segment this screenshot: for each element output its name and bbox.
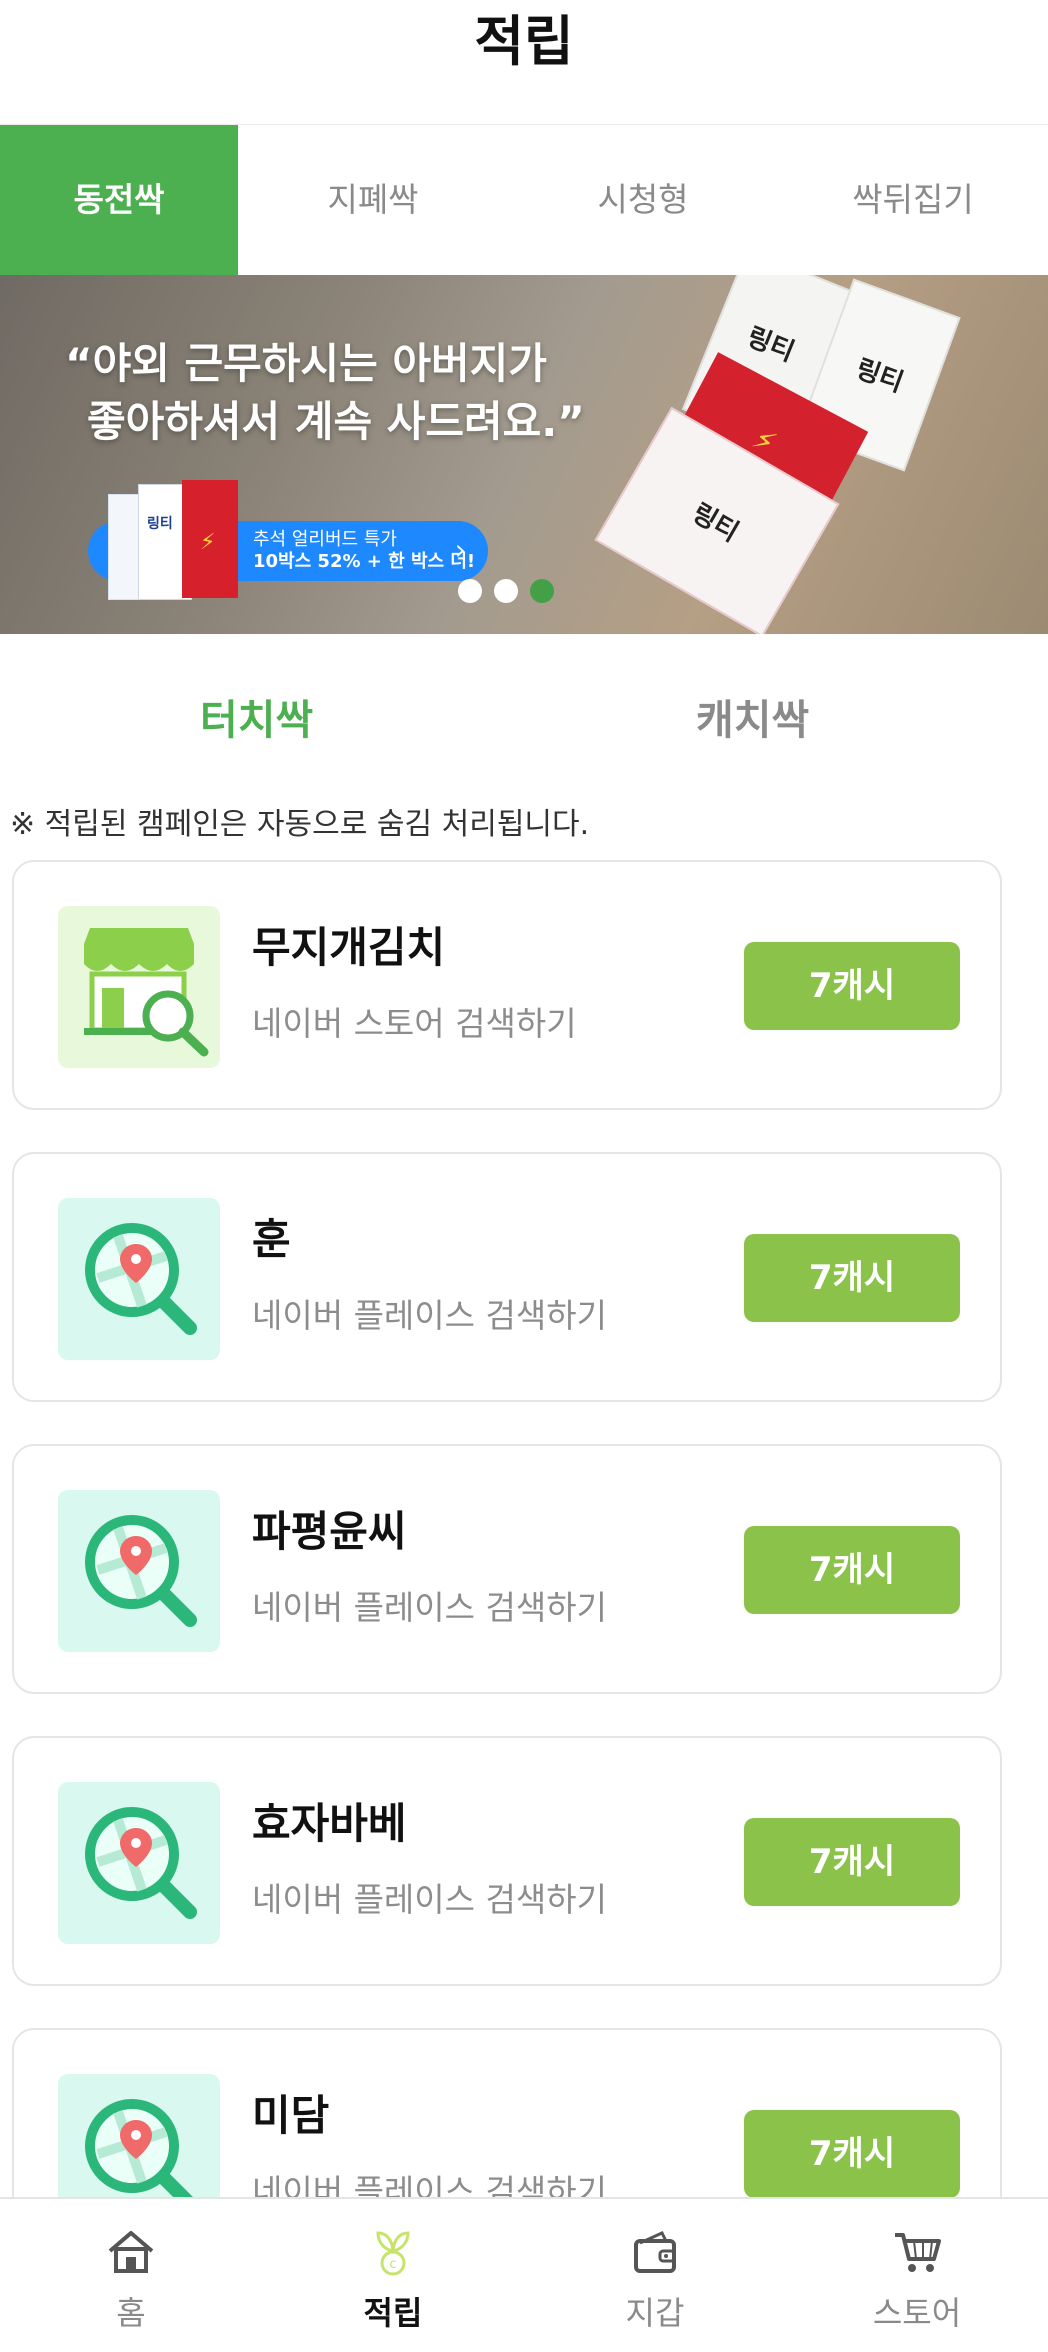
- reward-button[interactable]: 7캐시: [744, 1526, 960, 1614]
- tab-coin[interactable]: 동전싹: [0, 125, 238, 275]
- campaign-card[interactable]: 무지개김치 네이버 스토어 검색하기 7캐시: [12, 860, 1002, 1110]
- hidden-campaign-notice: ※ 적립된 캠페인은 자동으로 숨김 처리됩니다.: [10, 807, 590, 842]
- tab-touch[interactable]: 터치싹: [200, 670, 313, 770]
- tab-flip[interactable]: 싹뒤집기: [778, 125, 1048, 275]
- campaign-name: 효자바베: [252, 1799, 407, 1848]
- banner-product-photo: 링티 링티 ⚡ 링티: [560, 275, 1048, 634]
- tab-catch[interactable]: 캐치싹: [696, 670, 809, 770]
- map-search-icon: [58, 1198, 220, 1360]
- quote-line: 좋아하셔서 계속 사드려요.”: [87, 397, 585, 446]
- campaign-list: 무지개김치 네이버 스토어 검색하기 7캐시 훈 네이버 플레이스 검색하기 7…: [0, 860, 1048, 2197]
- campaign-name: 파평윤씨: [252, 1507, 407, 1556]
- nav-wallet[interactable]: 지갑: [524, 2199, 786, 2352]
- cart-icon: [892, 2227, 942, 2277]
- box-label: 링티: [686, 498, 744, 549]
- category-tabs: 동전싹 지폐싹 시청형 싹뒤집기: [0, 125, 1048, 275]
- box-label: 링티: [742, 322, 799, 368]
- nav-label: 적립: [363, 2294, 423, 2332]
- store-search-icon: [58, 906, 220, 1068]
- lightning-icon: ⚡: [200, 530, 216, 555]
- banner-quote: “야외 근무하시는 아버지가 좋아하셔서 계속 사드려요.”: [65, 335, 625, 451]
- campaign-card[interactable]: 훈 네이버 플레이스 검색하기 7캐시: [12, 1152, 1002, 1402]
- reward-button[interactable]: 7캐시: [744, 942, 960, 1030]
- nav-label: 스토어: [872, 2294, 962, 2332]
- campaign-description: 네이버 플레이스 검색하기: [252, 1588, 607, 1627]
- campaign-description: 네이버 플레이스 검색하기: [252, 2172, 607, 2197]
- campaign-name: 훈: [252, 1215, 291, 1264]
- campaign-card[interactable]: 파평윤씨 네이버 플레이스 검색하기 7캐시: [12, 1444, 1002, 1694]
- page-indicator: [458, 579, 558, 605]
- quote-line: “야외 근무하시는 아버지가: [65, 339, 547, 388]
- product-pack-red: ⚡: [182, 480, 238, 598]
- box-label: 링티: [851, 353, 908, 399]
- reward-button[interactable]: 7캐시: [744, 2110, 960, 2197]
- reward-button[interactable]: 7캐시: [744, 1234, 960, 1322]
- campaign-description: 네이버 스토어 검색하기: [252, 1004, 577, 1043]
- page-dot[interactable]: [458, 579, 482, 603]
- product-label: 링티: [147, 516, 173, 532]
- nav-label: 지갑: [625, 2294, 685, 2332]
- reward-button[interactable]: 7캐시: [744, 1818, 960, 1906]
- map-search-icon: [58, 2074, 220, 2197]
- bottom-navigation: 홈 c 적립 지갑 스토어: [0, 2197, 1048, 2352]
- sub-tabs: 터치싹 캐치싹: [0, 670, 1048, 770]
- tab-watch[interactable]: 시청형: [508, 125, 778, 275]
- promo-line: 추석 얼리버드 특가: [253, 529, 397, 550]
- nav-earn[interactable]: c 적립: [262, 2199, 524, 2352]
- tab-bill[interactable]: 지폐싹: [238, 125, 508, 275]
- nav-store[interactable]: 스토어: [786, 2199, 1048, 2352]
- sprout-coin-icon: c: [368, 2227, 418, 2277]
- nav-home[interactable]: 홈: [0, 2199, 262, 2352]
- campaign-name: 미담: [252, 2091, 330, 2140]
- product-packs-image: 링티 ⚡: [108, 480, 238, 600]
- page-dot-active[interactable]: [530, 579, 554, 603]
- campaign-description: 네이버 플레이스 검색하기: [252, 1880, 607, 1919]
- promo-banner[interactable]: 링티 링티 ⚡ 링티 “야외 근무하시는 아버지가 좋아하셔서 계속 사드려요.…: [0, 275, 1048, 634]
- page-title: 적립: [474, 10, 574, 73]
- svg-text:c: c: [389, 2257, 396, 2272]
- map-search-icon: [58, 1490, 220, 1652]
- campaign-description: 네이버 플레이스 검색하기: [252, 1296, 607, 1335]
- campaign-card[interactable]: 미담 네이버 플레이스 검색하기 7캐시: [12, 2028, 1002, 2197]
- home-icon: [106, 2227, 156, 2277]
- chevron-right-icon: ›: [454, 533, 466, 566]
- app-header: 적립: [0, 0, 1048, 126]
- page-dot[interactable]: [494, 579, 518, 603]
- campaign-name: 무지개김치: [252, 923, 446, 972]
- campaign-card[interactable]: 효자바베 네이버 플레이스 검색하기 7캐시: [12, 1736, 1002, 1986]
- nav-label: 홈: [116, 2294, 146, 2332]
- map-search-icon: [58, 1782, 220, 1944]
- wallet-icon: [630, 2227, 680, 2277]
- promo-line: 10박스 52% + 한 박스 더!: [253, 551, 476, 572]
